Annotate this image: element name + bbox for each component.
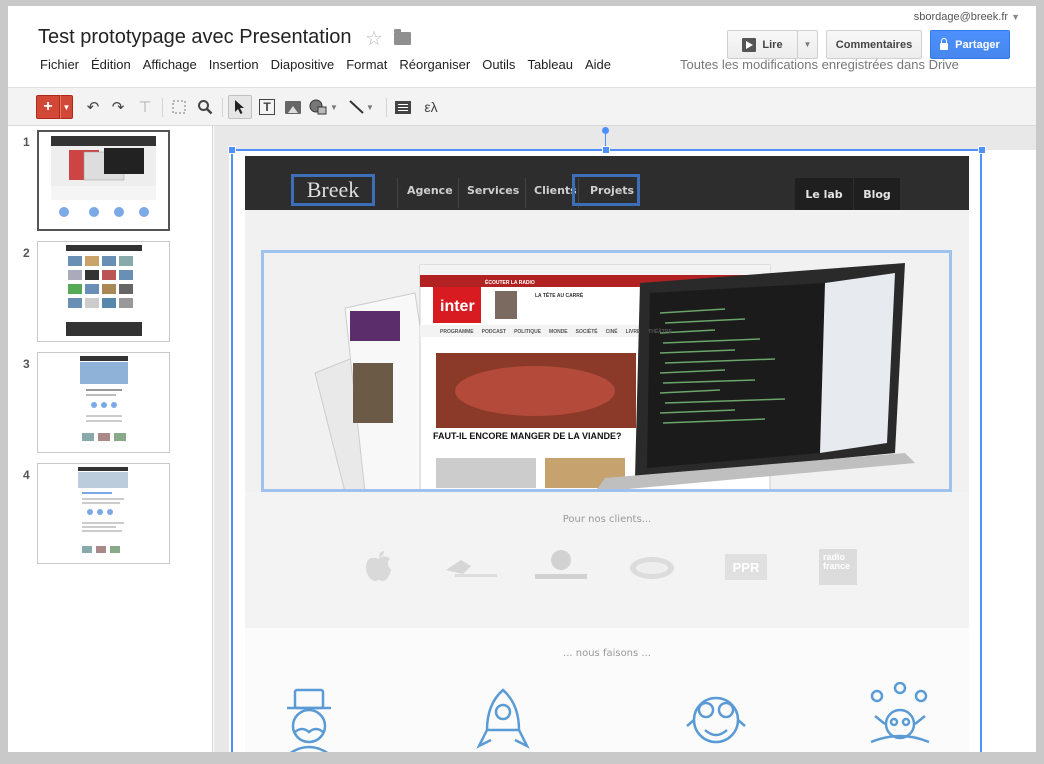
document-title[interactable]: Test prototypage avec Presentation xyxy=(38,26,352,49)
new-slide-button[interactable]: + xyxy=(36,95,60,119)
slide-canvas[interactable]: Breek Agence Services Clients Projets Le… xyxy=(214,126,1036,752)
text-box-tool[interactable]: T xyxy=(256,95,278,119)
redo-icon[interactable]: ↷ xyxy=(107,95,129,119)
slide-thumbnail-2[interactable] xyxy=(37,241,170,342)
shape-tool[interactable]: ▼ xyxy=(306,95,340,119)
chevron-down-icon: ▼ xyxy=(1011,12,1020,22)
resize-handle-top-right[interactable] xyxy=(978,146,986,154)
menu-tableau[interactable]: Tableau xyxy=(521,57,579,72)
menu-affichage[interactable]: Affichage xyxy=(137,57,203,72)
line-tool[interactable]: ▼ xyxy=(344,95,378,119)
menu-fichier[interactable]: Fichier xyxy=(34,57,85,72)
menu-bar: Fichier Édition Affichage Insertion Diap… xyxy=(34,57,617,72)
user-email: sbordage@breek.fr xyxy=(913,11,1009,23)
chevron-down-icon: ▼ xyxy=(330,102,338,112)
toolbar: + ▼ ↶ ↷ ⊤ T ▼ ▼ ελ xyxy=(8,87,1036,126)
slide-number: 2 xyxy=(23,246,30,260)
present-label: Lire xyxy=(762,38,783,51)
slide-thumbnail-3[interactable] xyxy=(37,352,170,453)
star-icon[interactable]: ☆ xyxy=(365,26,383,51)
image-tool[interactable] xyxy=(282,95,304,119)
play-icon xyxy=(742,37,757,52)
menu-reorganiser[interactable]: Réorganiser xyxy=(393,57,476,72)
slide-thumbnail-1[interactable] xyxy=(37,130,170,231)
menu-insertion[interactable]: Insertion xyxy=(203,57,265,72)
menu-format[interactable]: Format xyxy=(340,57,393,72)
account-menu[interactable]: sbordage@breek.fr ▼ xyxy=(914,11,1020,23)
present-dropdown-button[interactable]: ▼ xyxy=(797,30,818,59)
select-tool-icon[interactable] xyxy=(228,95,252,119)
text-box-icon: T xyxy=(259,99,275,115)
toolbar-divider xyxy=(386,98,387,117)
present-button[interactable]: Lire xyxy=(727,30,798,59)
equation-tool[interactable]: ελ xyxy=(418,95,444,119)
lock-icon xyxy=(940,38,949,50)
chevron-down-icon: ▼ xyxy=(803,40,812,49)
paint-format-icon[interactable]: ⊤ xyxy=(134,95,156,119)
zoom-icon[interactable] xyxy=(194,95,216,119)
rotate-handle[interactable] xyxy=(602,127,609,134)
zoom-fit-icon[interactable] xyxy=(168,95,190,119)
slide-preview xyxy=(78,467,128,553)
slide-number: 1 xyxy=(23,135,30,149)
menu-aide[interactable]: Aide xyxy=(579,57,617,72)
new-slide-dropdown[interactable]: ▼ xyxy=(60,95,73,119)
undo-icon[interactable]: ↶ xyxy=(82,95,104,119)
share-label: Partager xyxy=(955,38,1000,51)
slide-preview xyxy=(51,136,156,217)
resize-handle-top-left[interactable] xyxy=(228,146,236,154)
image-selection-frame[interactable] xyxy=(231,149,982,752)
folder-icon[interactable] xyxy=(394,29,411,45)
app-window: Test prototypage avec Presentation ☆ sbo… xyxy=(8,6,1036,752)
save-status[interactable]: Toutes les modifications enregistrées da… xyxy=(680,57,959,72)
slide-thumbnail-4[interactable] xyxy=(37,463,170,564)
slide-filmstrip: 1 2 3 4 xyxy=(8,126,213,752)
menu-edition[interactable]: Édition xyxy=(85,57,137,72)
slide-number: 3 xyxy=(23,357,30,371)
slide-preview xyxy=(66,245,142,336)
toolbar-divider xyxy=(222,98,223,117)
shape-icon xyxy=(309,99,327,115)
image-icon xyxy=(285,100,301,114)
slide-number: 4 xyxy=(23,468,30,482)
toolbar-divider xyxy=(162,98,163,117)
resize-handle-top[interactable] xyxy=(602,146,610,154)
menu-outils[interactable]: Outils xyxy=(476,57,521,72)
line-icon xyxy=(349,100,364,114)
comments-button[interactable]: Commentaires xyxy=(826,30,922,59)
menu-diapositive[interactable]: Diapositive xyxy=(265,57,341,72)
share-button[interactable]: Partager xyxy=(930,30,1010,59)
slide-preview xyxy=(80,356,128,441)
chevron-down-icon: ▼ xyxy=(366,102,374,112)
comment-icon xyxy=(395,100,411,114)
insert-comment-tool[interactable] xyxy=(392,95,414,119)
